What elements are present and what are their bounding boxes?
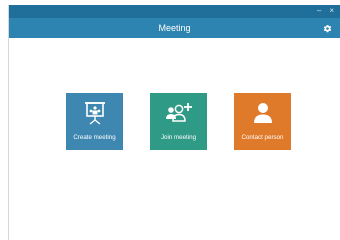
join-meeting-tile[interactable]: Join meeting (150, 93, 207, 150)
add-group-icon (150, 100, 207, 126)
join-meeting-label: Join meeting (160, 134, 197, 141)
create-meeting-tile[interactable]: Create meeting (66, 93, 123, 150)
presentation-board-icon (66, 100, 123, 126)
gear-icon (323, 24, 331, 32)
create-meeting-label: Create meeting (73, 134, 116, 141)
action-tiles: Create meeting Join meeting Contact pers… (66, 93, 291, 150)
person-icon (234, 100, 291, 126)
contact-person-tile[interactable]: Contact person (234, 93, 291, 150)
minimize-button[interactable]: – (317, 5, 321, 17)
window-controls: – × (317, 5, 334, 17)
app-window: – × Meeting Create meeting Join meeting … (8, 5, 340, 240)
contact-person-label: Contact person (241, 134, 284, 141)
close-button[interactable]: × (329, 5, 334, 17)
settings-button[interactable] (319, 20, 335, 36)
window-title: Meeting (158, 23, 191, 33)
